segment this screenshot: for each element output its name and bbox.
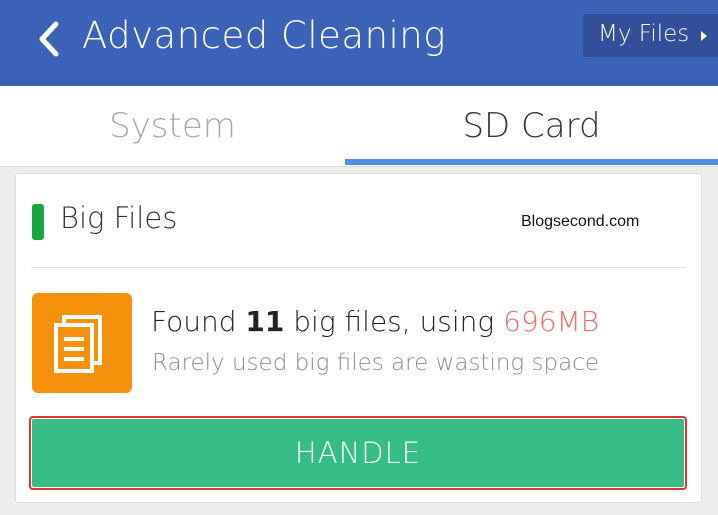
tab-sd-card-label: SD Card — [462, 106, 601, 146]
section-marker — [32, 204, 44, 240]
my-files-button[interactable]: My Files — [583, 14, 718, 57]
handle-button-label: HANDLE — [294, 436, 422, 470]
section-title: Big Files — [60, 201, 178, 235]
found-subtext: Rarely used big files are wasting space — [152, 350, 599, 376]
file-count: 11 — [245, 305, 285, 338]
big-files-card: Big Files Blogsecond.com Found 11 big fi… — [15, 173, 702, 503]
caret-right-icon — [701, 31, 707, 41]
watermark-text: Blogsecond.com — [521, 213, 640, 230]
total-size: 696MB — [503, 305, 600, 338]
tab-sd-card[interactable]: SD Card — [345, 86, 718, 166]
documents-icon — [54, 315, 102, 373]
handle-button[interactable]: HANDLE — [32, 419, 684, 487]
chevron-left-icon — [39, 21, 59, 57]
app-header: Advanced Cleaning My Files — [0, 0, 718, 86]
divider — [31, 267, 686, 268]
found-middle: big files, using — [284, 305, 504, 338]
page-title: Advanced Cleaning — [82, 14, 446, 57]
tab-system[interactable]: System — [0, 86, 345, 166]
big-files-icon-tile — [32, 293, 132, 393]
found-summary: Found 11 big files, using 696MB — [151, 305, 599, 338]
back-button[interactable] — [30, 18, 70, 62]
found-prefix: Found — [151, 305, 246, 338]
my-files-label: My Files — [598, 21, 690, 47]
tab-system-label: System — [109, 106, 236, 146]
tab-bar: System SD Card — [0, 86, 718, 167]
active-tab-indicator — [345, 159, 718, 165]
